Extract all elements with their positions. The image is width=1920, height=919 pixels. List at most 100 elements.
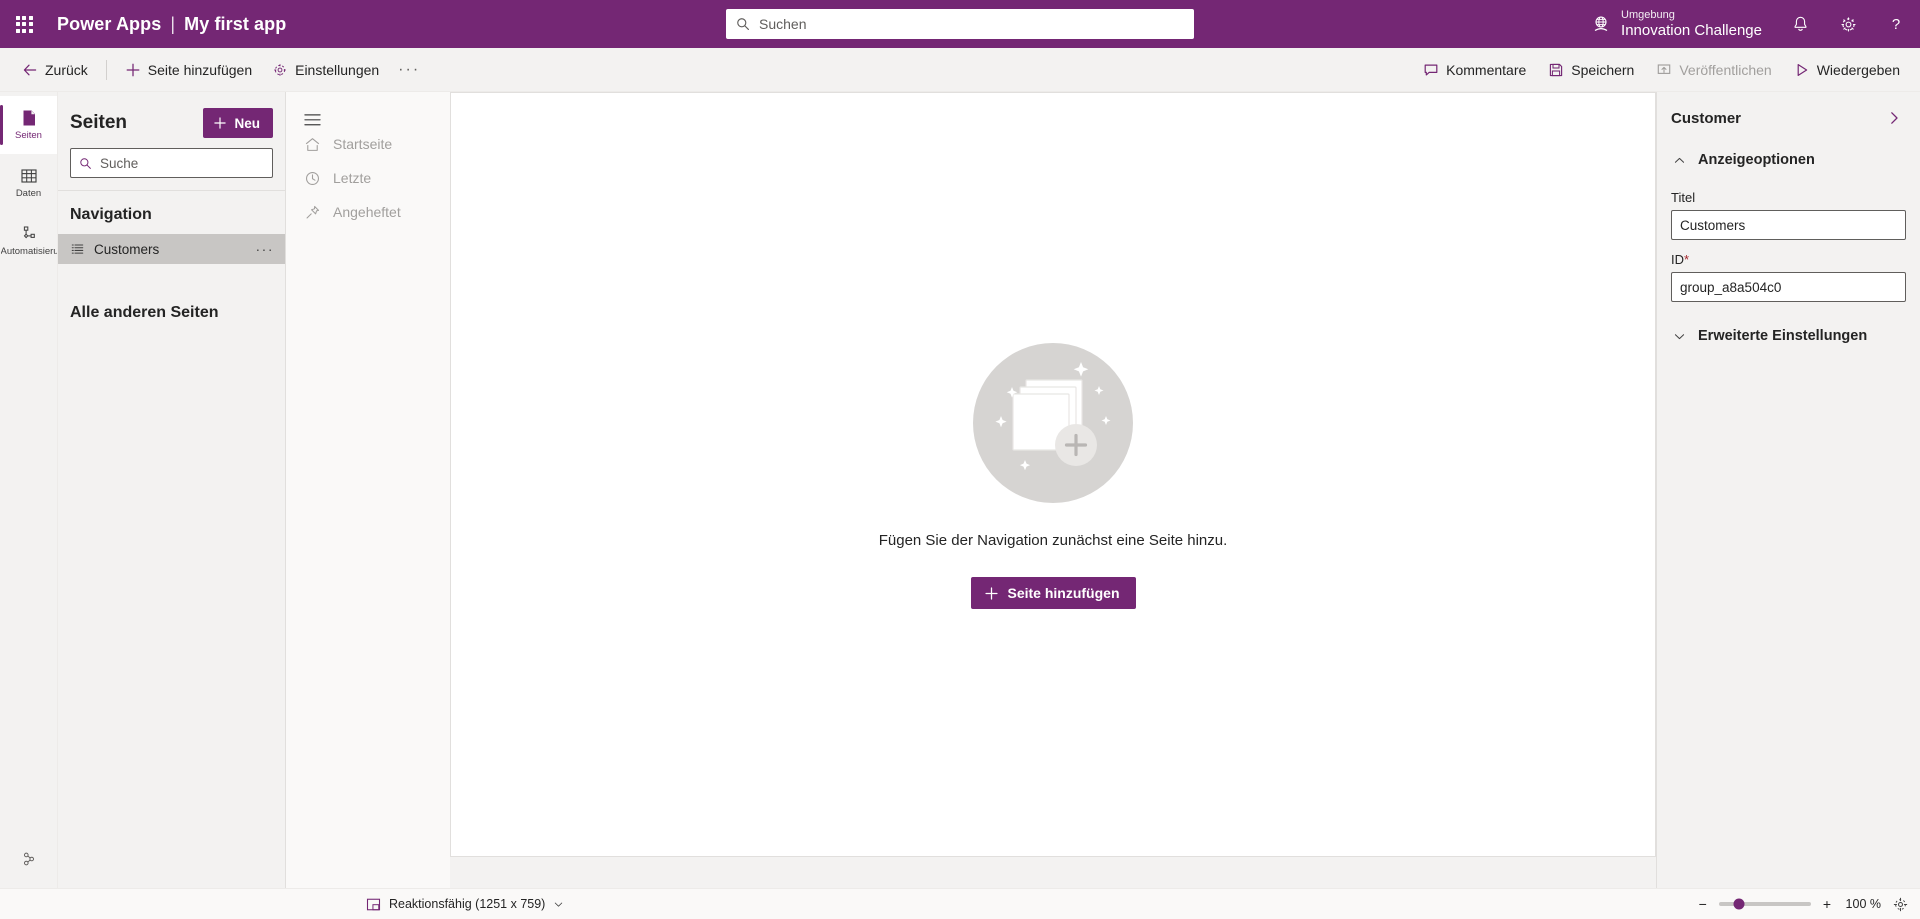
pages-panel-header: Seiten Neu	[58, 92, 285, 148]
flow-icon	[19, 224, 39, 244]
plus-icon	[125, 62, 141, 78]
list-icon	[70, 242, 85, 257]
page-tree-item-more-button[interactable]: ···	[253, 241, 278, 257]
chevron-right-icon[interactable]	[1882, 108, 1906, 128]
arrow-left-icon	[22, 62, 38, 78]
id-field[interactable]	[1671, 272, 1906, 302]
comments-button[interactable]: Kommentare	[1413, 54, 1536, 86]
command-overflow-button[interactable]: ···	[393, 54, 425, 86]
canvas-area: Fügen Sie der Navigation zunächst eine S…	[450, 92, 1656, 888]
field-label-id-text: ID	[1671, 252, 1684, 267]
hamburger-icon[interactable]	[286, 108, 450, 127]
screen-size-selector[interactable]: Reaktionsfähig (1251 x 759)	[366, 897, 564, 912]
global-search[interactable]	[726, 9, 1194, 39]
settings-button[interactable]	[1824, 0, 1872, 48]
gear-icon	[1839, 15, 1858, 34]
home-icon	[304, 136, 321, 153]
help-button[interactable]: ?	[1872, 0, 1920, 48]
page-tree-item-label: Customers	[94, 241, 160, 257]
status-bar: Reaktionsfähig (1251 x 759) − + 100 %	[0, 888, 1920, 919]
pages-title: Seiten	[70, 112, 128, 133]
page-tree-item-customers[interactable]: Customers ···	[58, 234, 285, 264]
brand-title: Power Apps | My first app	[57, 14, 286, 35]
chevron-down-icon	[553, 899, 564, 910]
environment-label: Umgebung	[1621, 9, 1675, 22]
comment-icon	[1423, 62, 1439, 78]
search-icon	[79, 157, 92, 170]
nav-preview-label-pinned: Angeheftet	[333, 204, 401, 220]
plus-icon	[984, 586, 999, 601]
pages-panel: Seiten Neu Navigation	[58, 92, 286, 888]
environment-text: Umgebung Innovation Challenge	[1621, 9, 1762, 39]
brand-header: Power Apps | My first app Suchen Umgebun…	[0, 0, 1920, 48]
zoom-value: 100 %	[1845, 897, 1881, 911]
pin-icon	[304, 204, 321, 221]
rail-item-data[interactable]: Daten	[0, 154, 57, 212]
add-page-label: Seite hinzufügen	[147, 61, 253, 78]
field-label-id: ID*	[1671, 252, 1906, 267]
add-page-button[interactable]: Seite hinzufügen	[115, 54, 262, 86]
app-canvas[interactable]: Fügen Sie der Navigation zunächst eine S…	[450, 92, 1656, 857]
canvas-add-page-label: Seite hinzufügen	[1007, 585, 1120, 601]
brand-right-actions: Umgebung Innovation Challenge ?	[1581, 0, 1920, 48]
responsive-icon	[366, 897, 381, 912]
rail-item-pages[interactable]: Seiten	[0, 96, 57, 154]
app-name[interactable]: My first app	[184, 14, 286, 35]
title-field[interactable]	[1671, 210, 1906, 240]
table-icon	[19, 166, 39, 186]
environment-globe-icon	[1591, 14, 1611, 34]
product-name[interactable]: Power Apps	[57, 14, 161, 35]
nav-preview-item-recent: Letzte	[286, 161, 450, 195]
settings-command-button[interactable]: Einstellungen	[262, 54, 389, 86]
publish-label: Veröffentlichen	[1679, 61, 1772, 78]
app-launcher-button[interactable]	[0, 0, 48, 48]
left-rail: Seiten Daten Automatisieru	[0, 92, 58, 888]
zoom-controls: − + 100 %	[1699, 896, 1908, 912]
search-input[interactable]	[759, 9, 1184, 39]
environment-selector[interactable]: Umgebung Innovation Challenge	[1581, 0, 1776, 48]
accordion-advanced-settings-label: Erweiterte Einstellungen	[1698, 328, 1868, 344]
back-button[interactable]: Zurück	[12, 54, 98, 86]
command-bar-right: Kommentare Speichern Veröffentlichen Wie…	[1413, 54, 1910, 86]
nav-preview-label-home: Startseite	[333, 136, 393, 152]
play-button[interactable]: Wiedergeben	[1784, 54, 1910, 86]
chevron-down-icon	[1673, 330, 1686, 343]
save-button[interactable]: Speichern	[1538, 54, 1644, 86]
zoom-slider[interactable]	[1718, 898, 1811, 910]
zoom-out-button[interactable]: −	[1699, 896, 1707, 912]
command-divider	[105, 59, 107, 80]
zoom-slider-thumb[interactable]	[1733, 898, 1745, 910]
publish-button[interactable]: Veröffentlichen	[1646, 54, 1781, 86]
fit-to-screen-icon[interactable]	[1893, 897, 1908, 912]
accordion-display-options[interactable]: Anzeigeoptionen	[1671, 140, 1906, 178]
pages-search-wrap	[58, 148, 285, 190]
pages-search-input[interactable]	[100, 149, 264, 177]
save-icon	[1548, 62, 1564, 78]
app-launcher-icon	[15, 15, 33, 33]
rail-label-pages: Seiten	[15, 131, 42, 142]
page-icon	[19, 108, 39, 128]
accordion-advanced-settings[interactable]: Erweiterte Einstellungen	[1671, 302, 1906, 354]
extensions-icon	[20, 850, 38, 868]
power-apps-studio: Power Apps | My first app Suchen Umgebun…	[0, 0, 1920, 919]
other-pages-group-title: Alle anderen Seiten	[70, 304, 219, 321]
pages-search-box[interactable]	[70, 148, 273, 178]
properties-title: Customer	[1671, 109, 1742, 127]
studio-body: Seiten Daten Automatisieru Seiten Neu Su…	[0, 92, 1920, 888]
nav-preview-item-pinned: Angeheftet	[286, 195, 450, 229]
notifications-button[interactable]	[1776, 0, 1824, 48]
save-label: Speichern	[1571, 61, 1635, 78]
new-page-button[interactable]: Neu	[203, 108, 273, 138]
canvas-add-page-button[interactable]: Seite hinzufügen	[970, 577, 1136, 609]
environment-name: Innovation Challenge	[1621, 21, 1762, 39]
nav-preview-item-home: Startseite	[286, 127, 450, 161]
rail-item-automate[interactable]: Automatisieru	[0, 212, 57, 270]
zoom-in-button[interactable]: +	[1823, 896, 1831, 912]
nav-preview-label-recent: Letzte	[333, 170, 372, 186]
bell-icon	[1791, 15, 1810, 34]
search-icon	[736, 17, 750, 31]
rail-item-extensions[interactable]	[0, 830, 57, 888]
empty-pages-illustration	[970, 340, 1136, 506]
question-mark-icon: ?	[1886, 14, 1906, 34]
publish-icon	[1656, 62, 1672, 78]
